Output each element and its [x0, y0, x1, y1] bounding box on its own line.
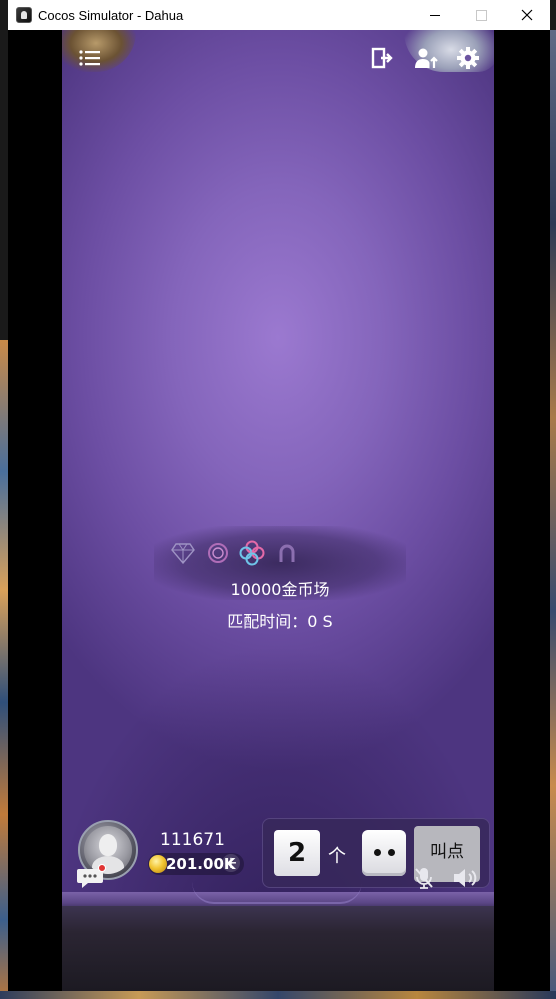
list-icon [79, 50, 100, 66]
speaker-button[interactable] [452, 866, 480, 890]
speaker-icon [454, 869, 477, 887]
count-unit-label: 个 [328, 846, 346, 867]
title-bar[interactable]: Cocos Simulator - Dahua [8, 0, 550, 30]
settings-button[interactable] [454, 44, 482, 72]
player-info-button[interactable] [412, 44, 440, 72]
clover-icon [239, 540, 265, 566]
ring-icon [205, 540, 231, 566]
gold-coin-icon [149, 855, 167, 873]
game-viewport[interactable]: 10000金币场 匹配时间：0 S 111671 201.00K + 2 个 叫… [62, 30, 494, 991]
horseshoe-icon [274, 540, 300, 566]
user-upload-icon [415, 48, 438, 68]
desktop-wallpaper-bottom [0, 991, 556, 999]
close-icon [521, 9, 533, 21]
dice-pip [374, 849, 381, 856]
microphone-muted-icon [415, 868, 433, 889]
room-gem-row [170, 540, 300, 566]
exit-door-icon [371, 47, 393, 69]
notification-dot [98, 864, 106, 872]
menu-button[interactable] [76, 44, 104, 72]
dice-count-selector[interactable]: 2 [274, 830, 320, 876]
dice-face-selector[interactable] [362, 830, 406, 876]
gear-icon [457, 47, 479, 69]
window-title: Cocos Simulator - Dahua [38, 7, 184, 23]
simulator-window: Cocos Simulator - Dahua 10000金币场 匹配时间：0 … [8, 0, 550, 991]
exit-button[interactable] [368, 44, 396, 72]
room-name: 10000金币场 [230, 580, 330, 599]
desktop-wallpaper-left [0, 340, 8, 999]
match-time: 匹配时间：0 S [227, 612, 333, 631]
desktop-wallpaper-right [550, 30, 556, 999]
diamond-icon [170, 540, 196, 566]
table-rail [62, 906, 494, 991]
close-button[interactable] [504, 0, 550, 30]
add-coins-button[interactable]: + [222, 854, 240, 872]
dice-pip [388, 849, 395, 856]
app-icon [16, 7, 32, 23]
player-id: 111671 [160, 830, 225, 850]
microphone-button[interactable] [412, 866, 436, 890]
maximize-button[interactable] [458, 0, 504, 30]
minimize-button[interactable] [412, 0, 458, 30]
